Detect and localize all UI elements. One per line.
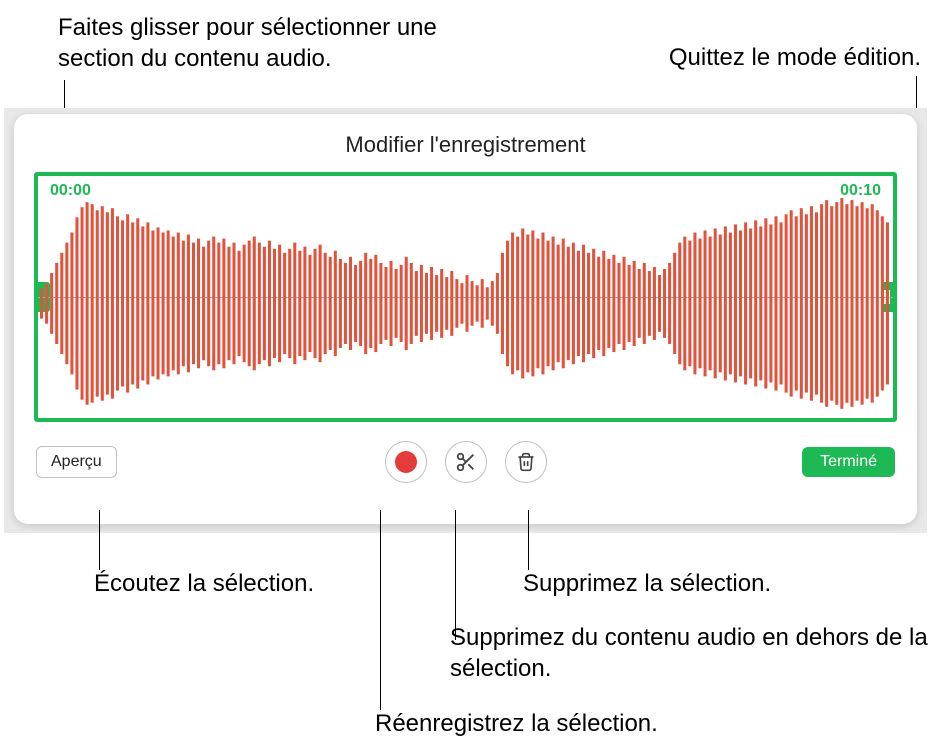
controls-bar: Aperçu Terminé bbox=[14, 422, 917, 498]
delete-button[interactable] bbox=[505, 441, 547, 483]
center-control-group bbox=[385, 441, 547, 483]
callout-drag-select: Faites glisser pour sélectionner une sec… bbox=[58, 12, 498, 74]
panel-title: Modifier l'enregistrement bbox=[14, 114, 917, 172]
trim-button[interactable] bbox=[445, 441, 487, 483]
done-button[interactable]: Terminé bbox=[802, 447, 895, 477]
callout-delete-selection: Supprimez la sélection. bbox=[523, 568, 771, 599]
edit-recording-panel: Modifier l'enregistrement 00:00 00:10 bbox=[14, 114, 917, 524]
callout-exit-edit: Quittez le mode édition. bbox=[669, 42, 921, 73]
callout-line bbox=[99, 510, 100, 570]
callout-rerecord: Réenregistrez la sélection. bbox=[375, 708, 658, 739]
callout-line bbox=[380, 510, 381, 710]
record-button[interactable] bbox=[385, 441, 427, 483]
trash-icon bbox=[516, 451, 536, 473]
scissors-icon bbox=[455, 451, 477, 473]
record-icon bbox=[395, 451, 417, 473]
preview-button[interactable]: Aperçu bbox=[36, 446, 117, 478]
background-chrome: Modifier l'enregistrement 00:00 00:10 bbox=[4, 108, 927, 533]
callout-delete-outside: Supprimez du contenu audio en dehors de … bbox=[450, 622, 930, 684]
waveform-area[interactable]: 00:00 00:10 bbox=[34, 172, 897, 422]
callout-line bbox=[528, 510, 529, 570]
callout-listen: Écoutez la sélection. bbox=[94, 568, 314, 599]
callout-line bbox=[455, 510, 456, 640]
waveform-icon bbox=[40, 192, 891, 415]
